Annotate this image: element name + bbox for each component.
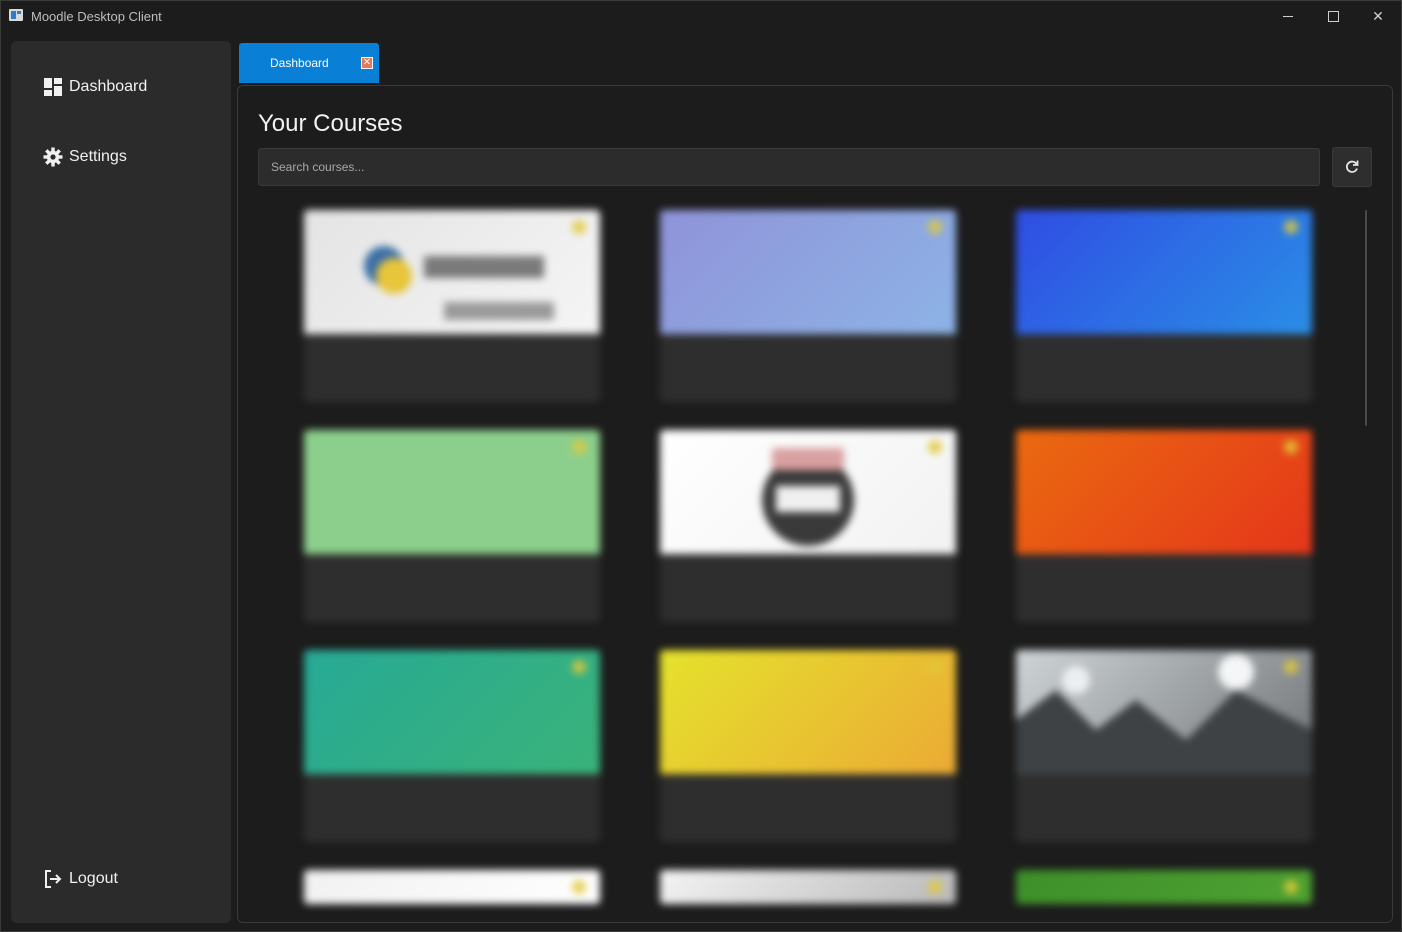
course-title xyxy=(314,566,584,578)
star-icon[interactable] xyxy=(928,880,942,894)
course-title xyxy=(1026,566,1296,578)
window-close-button[interactable]: ✕ xyxy=(1355,1,1401,31)
logout-label: Logout xyxy=(69,870,118,887)
photo-icon xyxy=(1016,654,1312,774)
course-title xyxy=(670,346,940,358)
course-image xyxy=(660,210,956,334)
course-card[interactable] xyxy=(660,870,956,904)
star-icon[interactable] xyxy=(928,660,942,674)
app-icon xyxy=(9,9,23,21)
course-image xyxy=(304,870,600,904)
course-title xyxy=(314,346,584,358)
sidebar: Dashboard Settings Logout xyxy=(11,41,231,923)
course-image xyxy=(304,210,600,334)
star-icon[interactable] xyxy=(572,660,586,674)
title-bar: Moodle Desktop Client ✕ xyxy=(1,1,1401,33)
course-title xyxy=(314,786,584,798)
star-icon[interactable] xyxy=(928,220,942,234)
course-card[interactable] xyxy=(304,870,600,904)
course-title xyxy=(1026,786,1296,798)
course-meta xyxy=(1026,826,1096,834)
close-icon: ✕ xyxy=(1372,7,1384,24)
star-icon[interactable] xyxy=(572,440,586,454)
course-title xyxy=(670,566,940,578)
sidebar-item-label: Dashboard xyxy=(69,78,148,95)
course-card[interactable] xyxy=(660,650,956,842)
course-meta xyxy=(670,606,740,614)
star-icon[interactable] xyxy=(1284,440,1298,454)
course-subtitle xyxy=(670,806,890,814)
course-card[interactable] xyxy=(660,430,956,622)
logout-icon xyxy=(43,869,63,889)
window-title: Moodle Desktop Client xyxy=(31,9,162,24)
course-subtitle xyxy=(314,806,534,814)
course-meta xyxy=(314,606,384,614)
app-window: Moodle Desktop Client ✕ Dashboard Settin… xyxy=(0,0,1402,932)
course-grid xyxy=(238,86,1392,922)
course-subtitle xyxy=(1026,586,1246,594)
star-icon[interactable] xyxy=(928,440,942,454)
course-card[interactable] xyxy=(1016,870,1312,904)
gear-icon xyxy=(43,147,63,167)
maximize-icon xyxy=(1327,10,1339,22)
badge-logo-icon xyxy=(762,448,854,546)
sidebar-item-label: Settings xyxy=(69,148,127,165)
star-icon[interactable] xyxy=(572,220,586,234)
star-icon[interactable] xyxy=(1284,660,1298,674)
course-card[interactable] xyxy=(1016,430,1312,622)
course-image xyxy=(660,650,956,774)
course-meta xyxy=(670,386,740,394)
course-subtitle xyxy=(1026,806,1246,814)
course-title xyxy=(1026,346,1296,358)
minimize-icon xyxy=(1283,15,1293,17)
course-meta xyxy=(1026,606,1096,614)
course-subtitle xyxy=(670,366,890,374)
course-meta xyxy=(670,826,740,834)
sidebar-item-settings[interactable]: Settings xyxy=(43,145,127,169)
main-panel: Your Courses xyxy=(237,85,1393,923)
close-icon[interactable]: ✕ xyxy=(361,57,373,69)
course-card[interactable] xyxy=(1016,210,1312,402)
python-logo-icon xyxy=(364,246,554,320)
course-card[interactable] xyxy=(304,650,600,842)
course-card[interactable] xyxy=(1016,650,1312,842)
course-image xyxy=(304,430,600,554)
logout-button[interactable]: Logout xyxy=(43,867,118,891)
course-card[interactable] xyxy=(304,430,600,622)
course-meta xyxy=(1026,386,1096,394)
maximize-button[interactable] xyxy=(1310,1,1356,31)
dashboard-icon xyxy=(43,77,63,97)
course-image xyxy=(304,650,600,774)
course-image xyxy=(660,870,956,904)
course-meta xyxy=(314,826,384,834)
course-subtitle xyxy=(1026,366,1246,374)
course-image xyxy=(1016,210,1312,334)
course-image xyxy=(660,430,956,554)
course-card[interactable] xyxy=(660,210,956,402)
course-image xyxy=(1016,430,1312,554)
course-subtitle xyxy=(314,586,534,594)
star-icon[interactable] xyxy=(572,880,586,894)
minimize-button[interactable] xyxy=(1265,1,1311,31)
star-icon[interactable] xyxy=(1284,880,1298,894)
course-subtitle xyxy=(314,366,534,374)
course-card[interactable] xyxy=(304,210,600,402)
course-subtitle xyxy=(670,586,890,594)
course-image xyxy=(1016,650,1312,774)
star-icon[interactable] xyxy=(1284,220,1298,234)
tab-dashboard[interactable]: Dashboard ✕ xyxy=(239,43,379,83)
course-image xyxy=(1016,870,1312,904)
sidebar-item-dashboard[interactable]: Dashboard xyxy=(43,75,147,99)
tab-label: Dashboard xyxy=(270,56,329,70)
course-meta xyxy=(314,386,384,394)
course-title xyxy=(670,786,940,798)
